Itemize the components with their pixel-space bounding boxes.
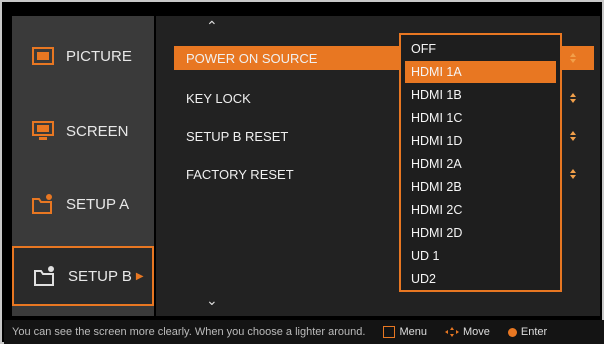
enter-hint[interactable]: Enter [507,326,547,338]
sidebar-item-setup-a[interactable]: SETUP A [12,174,154,234]
dropdown-option[interactable]: HDMI 2C [405,199,556,221]
picture-icon [28,45,58,67]
dropdown-option-selected[interactable]: HDMI 1A [405,61,556,83]
dropdown-option[interactable]: HDMI 1C [405,107,556,129]
sidebar-item-label: PICTURE [66,47,132,65]
move-arrows-icon [444,327,459,337]
menu-item-label: FACTORY RESET [186,166,294,182]
dropdown-option[interactable]: UD2 [405,268,556,290]
scroll-down-icon[interactable]: ⌄ [206,292,218,309]
sidebar-item-label: SETUP A [66,195,130,213]
power-on-source-dropdown[interactable]: OFF HDMI 1A HDMI 1B HDMI 1C HDMI 1D HDMI… [399,33,562,292]
menu-item-label: POWER ON SOURCE [186,50,318,66]
spinner-icon [568,167,578,181]
setup-b-icon [30,265,60,287]
spinner-icon [568,91,578,105]
menu-item-label: KEY LOCK [186,90,251,106]
spinner-icon [568,129,578,143]
scroll-up-icon[interactable]: ⌃ [206,18,218,35]
dropdown-option[interactable]: HDMI 2A [405,153,556,175]
dropdown-option[interactable]: HDMI 1D [405,130,556,152]
chevron-right-icon: ▶ [135,270,144,282]
menu-hint[interactable]: Menu [383,326,427,338]
screen-icon [28,120,58,142]
dropdown-option[interactable]: HDMI 2B [405,176,556,198]
status-bar: You can see the screen more clearly. Whe… [4,320,604,344]
move-hint[interactable]: Move [444,326,490,338]
dropdown-option[interactable]: OFF [405,38,556,60]
dropdown-option[interactable]: HDMI 1B [405,84,556,106]
menu-key-icon [383,326,396,338]
dropdown-option[interactable]: HDMI 2D [405,222,556,244]
help-text: You can see the screen more clearly. Whe… [12,326,366,338]
spinner-icon [568,51,578,65]
sidebar: PICTURE SCREEN SETUP A SETUP B ▶ [12,16,154,316]
enter-key-icon [507,327,517,337]
osd-window: PICTURE SCREEN SETUP A SETUP B ▶ ⌃ POWER… [0,0,604,344]
sidebar-item-screen[interactable]: SCREEN [12,101,154,161]
setup-a-icon [28,193,58,215]
dropdown-option[interactable]: UD 1 [405,245,556,267]
sidebar-item-setup-b[interactable]: SETUP B ▶ [12,246,154,306]
menu-item-label: SETUP B RESET [186,128,289,144]
sidebar-item-label: SETUP B [68,267,132,285]
sidebar-item-label: SCREEN [66,122,129,140]
sidebar-item-picture[interactable]: PICTURE [12,26,154,86]
